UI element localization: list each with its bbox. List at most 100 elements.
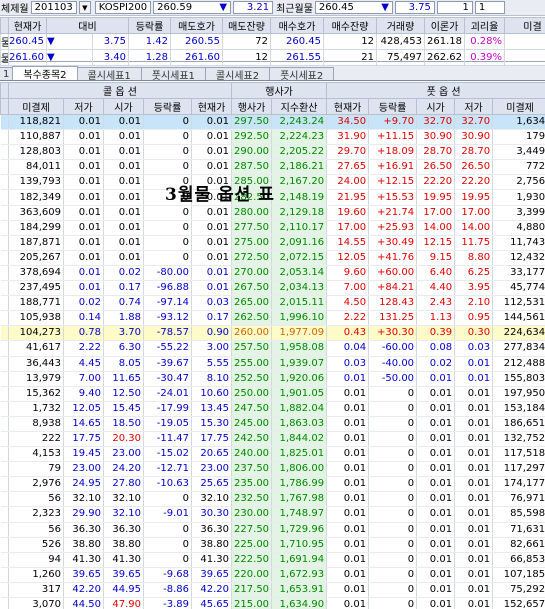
tab-put-sheet-1[interactable]: 풋시세표1 <box>140 67 206 82</box>
table-row[interactable]: 187,871 0.01 0.01 0 0.01 275.00 2,091.16 14.55 +… <box>0 235 545 251</box>
table-row[interactable]: 363,609 0.01 0.01 0 0.01 280.00 2,129.18 19.60 +… <box>0 205 545 221</box>
table-row[interactable]: 36,443 4.45 8.05 -39.67 5.55 255.00 1,939.07 0.… <box>0 356 545 372</box>
recent-value: 260.45 <box>318 2 354 13</box>
col-header[interactable]: 행사가 <box>231 98 273 115</box>
table-row[interactable]: 56 32.10 32.10 0 32.10 232.50 1,767.98 0.01 0 0.0… <box>0 491 545 508</box>
count-box-1[interactable]: 1 <box>436 1 473 14</box>
month-select[interactable]: 201103 <box>30 1 77 14</box>
summary-row[interactable]: 물 261.60 ▼ 3.40 1.28 261.60 12 261.55 21… <box>0 49 545 66</box>
table-row[interactable]: 13,979 7.00 11.65 -30.47 8.10 252.50 1,920.06 0… <box>0 371 545 387</box>
table-row[interactable]: 110,887 0.01 0.01 0 0.01 292.50 2,224.23 31.90 +… <box>0 129 545 146</box>
table-cell: 41.30 <box>103 552 144 568</box>
table-cell: 0.01 <box>454 491 494 508</box>
tab-call-sheet-1[interactable]: 콜시세표1 <box>76 67 142 82</box>
table-row[interactable]: 79 23.00 24.20 -12.71 23.00 237.50 1,806.00 0.0… <box>0 461 545 478</box>
table-cell: 222 <box>8 431 64 448</box>
table-cell: 186,651 <box>492 416 545 432</box>
table-cell: 526 <box>8 537 64 553</box>
table-row[interactable]: 41,617 2.22 6.30 -55.22 3.00 257.50 1,958.08 0.… <box>0 340 545 357</box>
table-cell: 272.50 <box>231 250 273 266</box>
table-cell: 0.01 <box>191 265 233 282</box>
table-cell: 224,634 <box>492 325 545 342</box>
table-row[interactable]: 56 36.30 36.30 0 36.30 227.50 1,729.96 0.01 0 0.0… <box>0 522 545 538</box>
table-row[interactable]: 317 42.20 44.95 -8.86 42.20 217.50 1,653.91 0.0… <box>0 582 545 599</box>
summary-header-row: 현재가 대비 등락률 매도호가 매도잔량 매수호가 매수잔량 거래량 이론가 괴… <box>0 17 545 34</box>
table-cell: 14.00 <box>454 220 494 236</box>
col-header[interactable]: 저가 <box>454 98 494 115</box>
table-row[interactable]: 4,153 19.45 23.00 -15.02 20.65 240.00 1,825.01… <box>0 446 545 463</box>
table-cell: 4.40 <box>416 280 456 297</box>
col-header[interactable]: 등락률 <box>368 98 418 115</box>
table-row[interactable]: 2,976 24.95 27.80 -10.63 25.65 235.00 1,786.99… <box>0 476 545 493</box>
table-cell: 11.65 <box>103 371 144 387</box>
table-row[interactable]: 139,793 0.01 0.01 0 0.01 285.00 2,167.20 24.00 +… <box>0 174 545 191</box>
table-row[interactable]: 104,273 0.78 3.70 -78.57 0.90 260.00 1,977.09 0… <box>0 325 545 342</box>
table-row[interactable]: 128,803 0.01 0.01 0 0.01 290.00 2,205.22 29.70 +… <box>0 144 545 161</box>
table-row[interactable]: 222 17.75 20.30 -11.47 17.75 242.50 1,844.02 0.… <box>0 431 545 448</box>
table-cell: 17.00 <box>454 205 494 221</box>
table-row[interactable]: 182,349 0.01 0.01 0 0.01 282.50 2,148.19 21.95 +… <box>0 189 545 206</box>
table-cell: 105,938 <box>8 310 64 327</box>
table-cell: 17.75 <box>191 431 233 448</box>
table-cell: 1,977.09 <box>271 325 328 342</box>
table-row[interactable]: 1,260 39.65 39.65 -9.68 39.65 220.00 1,672.93 0… <box>0 567 545 583</box>
table-cell: 220.00 <box>231 567 273 583</box>
table-row[interactable]: 1,732 12.05 15.45 -17.99 13.45 247.50 1,882.04… <box>0 401 545 417</box>
table-cell: 8.80 <box>454 250 494 266</box>
col-header[interactable]: 시가 <box>103 98 144 115</box>
count-box-2[interactable]: 1 <box>474 1 505 14</box>
table-row[interactable]: 8,938 14.65 18.50 -19.05 15.30 245.00 1,863.03… <box>0 416 545 432</box>
table-row[interactable]: 188,771 0.02 0.74 -97.14 0.03 265.00 2,015.11 4… <box>0 295 545 312</box>
table-cell: -80.00 <box>143 265 192 282</box>
table-cell: 23.00 <box>63 461 104 478</box>
table-cell: 1,996.10 <box>271 310 328 327</box>
table-cell: 38.80 <box>191 537 233 553</box>
col-header[interactable]: 현재가 <box>190 98 233 115</box>
tab-1[interactable]: 1 <box>0 67 14 80</box>
table-row[interactable]: 105,938 0.14 1.88 -93.12 0.17 262.50 1,996.10 2… <box>0 310 545 327</box>
table-cell: 153,184 <box>492 401 545 417</box>
table-cell: -12.71 <box>143 461 192 478</box>
table-row[interactable]: 378,694 0.01 0.02 -80.00 0.01 270.00 2,053.14 9… <box>0 265 545 282</box>
table-row[interactable]: 2,323 29.90 32.10 -9.01 30.30 230.00 1,748.97 0… <box>0 506 545 523</box>
table-row[interactable]: 118,821 0.01 0.01 0 0.01 297.50 2,243.24 34.50 +… <box>0 114 545 131</box>
tab-call-sheet-2[interactable]: 콜시세표2 <box>204 67 271 82</box>
summary-row[interactable]: 물 260.45 ▼ 3.75 1.42 260.55 72 260.45 12… <box>0 33 545 50</box>
table-cell: 110,887 <box>8 129 64 146</box>
recent-value-box: 260.45 ▼ <box>314 1 393 14</box>
col-header[interactable]: 미결제 <box>8 98 64 115</box>
table-cell: 17.00 <box>326 220 370 236</box>
tab-multi-2[interactable]: 복수종목2 <box>12 66 78 81</box>
table-cell: -60.00 <box>368 340 418 357</box>
table-row[interactable]: 205,267 0.01 0.01 0 0.01 272.50 2,072.15 12.05 +… <box>0 250 545 266</box>
table-row[interactable]: 3,070 44.50 47.90 -3.89 45.65 215.00 1,634.90 0… <box>0 597 545 609</box>
index-change: 3.21 <box>233 1 274 14</box>
table-row[interactable]: 184,299 0.01 0.01 0 0.01 277.50 2,110.17 17.00 +… <box>0 220 545 236</box>
table-row[interactable]: 237,495 0.01 0.17 -96.88 0.01 267.50 2,034.13 7… <box>0 280 545 297</box>
chevron-down-icon[interactable]: ▼ <box>78 1 91 14</box>
table-cell: 232.50 <box>231 491 273 508</box>
table-cell: 11,743 <box>492 235 545 251</box>
table-row[interactable]: 94 41.30 41.30 0 41.30 222.50 1,691.94 0.01 0 0.0… <box>0 552 545 568</box>
col-header: 매수호가 <box>270 17 324 34</box>
table-cell: 0.01 <box>416 491 456 508</box>
table-cell: 0.04 <box>326 340 370 357</box>
table-cell: 19.95 <box>416 189 456 206</box>
table-cell: -40.00 <box>368 356 418 372</box>
table-cell: 1,825.01 <box>271 446 328 463</box>
table-row[interactable]: 84,011 0.01 0.01 0 0.01 287.50 2,186.21 27.65 +1… <box>0 159 545 176</box>
table-cell: 12.50 <box>103 386 144 402</box>
col-header[interactable]: 등락률 <box>143 98 192 115</box>
col-header[interactable]: 시가 <box>416 98 456 115</box>
col-header[interactable]: 미결제 <box>492 98 545 115</box>
col-header[interactable]: 저가 <box>63 98 104 115</box>
tab-put-sheet-2[interactable]: 풋시세표2 <box>269 67 335 82</box>
table-row[interactable]: 15,362 9.40 12.50 -24.01 10.60 250.00 1,901.05… <box>0 386 545 402</box>
table-cell: 34.50 <box>326 114 370 131</box>
table-cell: 0.01 <box>63 114 104 131</box>
table-cell: 227.50 <box>231 522 273 538</box>
table-row[interactable]: 526 38.80 38.80 0 38.80 225.00 1,710.95 0.01 0 0.… <box>0 537 545 553</box>
col-header[interactable]: 현재가 <box>326 98 370 115</box>
col-header[interactable]: 지수환산 <box>271 98 328 115</box>
table-cell: 317 <box>8 582 64 599</box>
